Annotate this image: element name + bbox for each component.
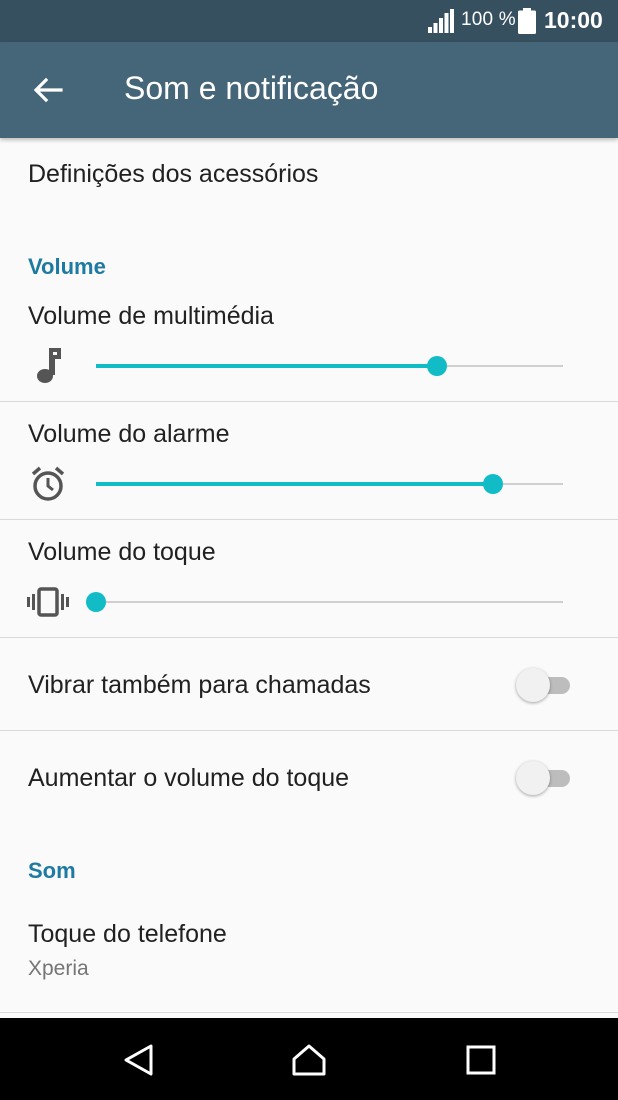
- alarm-volume-slider[interactable]: [96, 472, 563, 496]
- app-bar: Som e notificação: [0, 42, 618, 138]
- ring-volume-slider[interactable]: [86, 590, 563, 614]
- alarm-volume-label: Volume do alarme: [28, 420, 230, 448]
- status-bar: 100 % 10:00: [0, 0, 618, 42]
- nav-recents-button[interactable]: [459, 1038, 503, 1082]
- divider: [0, 730, 618, 731]
- alarm-clock-icon: [26, 462, 70, 506]
- ringtone-label: Toque do telefone: [28, 920, 227, 948]
- vibrate-calls-label: Vibrar também para chamadas: [28, 671, 371, 699]
- increase-ring-switch[interactable]: [516, 760, 572, 796]
- divider: [0, 637, 618, 638]
- music-note-icon: [26, 344, 70, 388]
- slider-fill: [96, 364, 437, 368]
- page-title: Som e notificação: [124, 70, 379, 106]
- recents-icon: [466, 1045, 496, 1075]
- switch-thumb: [516, 668, 550, 702]
- divider: [0, 1012, 618, 1013]
- nav-home-button[interactable]: [287, 1038, 331, 1082]
- increase-ring-label: Aumentar o volume do toque: [28, 764, 350, 792]
- slider-thumb[interactable]: [482, 474, 503, 494]
- slider-track: [96, 601, 563, 603]
- nav-back-button[interactable]: [116, 1038, 160, 1082]
- sound-section-header: Som: [28, 858, 76, 883]
- navigation-bar: [0, 1018, 618, 1100]
- back-triangle-icon: [124, 1044, 153, 1076]
- slider-thumb[interactable]: [426, 356, 447, 376]
- signal-icon: [428, 9, 454, 33]
- ring-volume-label: Volume do toque: [28, 538, 216, 566]
- divider: [0, 401, 618, 402]
- battery-percentage: 100 %: [461, 9, 516, 30]
- ringtone-value: Xperia: [28, 957, 89, 980]
- home-icon: [292, 1044, 326, 1076]
- status-time: 10:00: [544, 7, 603, 33]
- volume-section-header: Volume: [28, 254, 106, 279]
- divider: [0, 519, 618, 520]
- media-volume-label: Volume de multimédia: [28, 302, 274, 330]
- media-volume-slider[interactable]: [96, 354, 563, 378]
- vibrate-calls-switch[interactable]: [516, 667, 572, 703]
- arrow-left-icon: [33, 77, 63, 103]
- slider-thumb[interactable]: [86, 592, 106, 612]
- battery-icon: [518, 8, 536, 34]
- back-button[interactable]: [22, 66, 74, 114]
- switch-thumb: [516, 761, 550, 795]
- vibrate-icon: [26, 580, 70, 624]
- accessories-settings-item[interactable]: Definições dos acessórios: [28, 160, 318, 189]
- slider-fill: [96, 482, 493, 486]
